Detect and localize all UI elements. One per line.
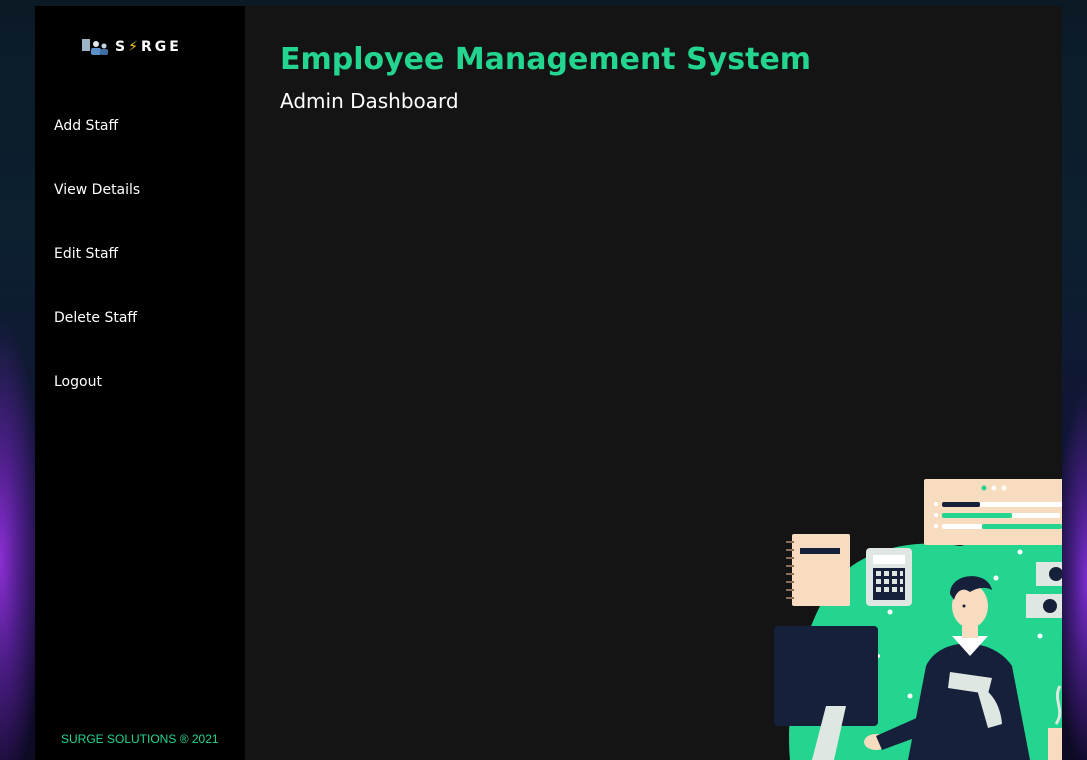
office-worker-illustration bbox=[774, 479, 1062, 760]
sidebar-item-edit-staff[interactable]: Edit Staff bbox=[54, 244, 140, 308]
brand-name: S⚡RGE bbox=[115, 39, 182, 55]
sidebar-item-logout[interactable]: Logout bbox=[54, 372, 140, 436]
sidebar-footer: SURGE SOLUTIONS ® 2021 bbox=[61, 732, 219, 746]
sidebar-item-add-staff[interactable]: Add Staff bbox=[54, 116, 140, 180]
brand-logo: S⚡RGE bbox=[81, 38, 182, 56]
sidebar-item-view-details[interactable]: View Details bbox=[54, 180, 140, 244]
calculator-icon bbox=[866, 548, 912, 606]
app-window: S⚡RGE Add Staff View Details Edit Staff … bbox=[35, 6, 1062, 760]
sidebar-nav: Add Staff View Details Edit Staff Delete… bbox=[54, 116, 140, 436]
list-card-icon bbox=[924, 479, 1062, 545]
sidebar-item-delete-staff[interactable]: Delete Staff bbox=[54, 308, 140, 372]
bolt-icon: ⚡ bbox=[128, 39, 141, 55]
sidebar: S⚡RGE Add Staff View Details Edit Staff … bbox=[35, 6, 245, 760]
people-icon bbox=[82, 39, 108, 55]
page-subtitle: Admin Dashboard bbox=[280, 89, 459, 113]
page-title: Employee Management System bbox=[280, 42, 812, 77]
notebook-icon bbox=[786, 534, 850, 606]
